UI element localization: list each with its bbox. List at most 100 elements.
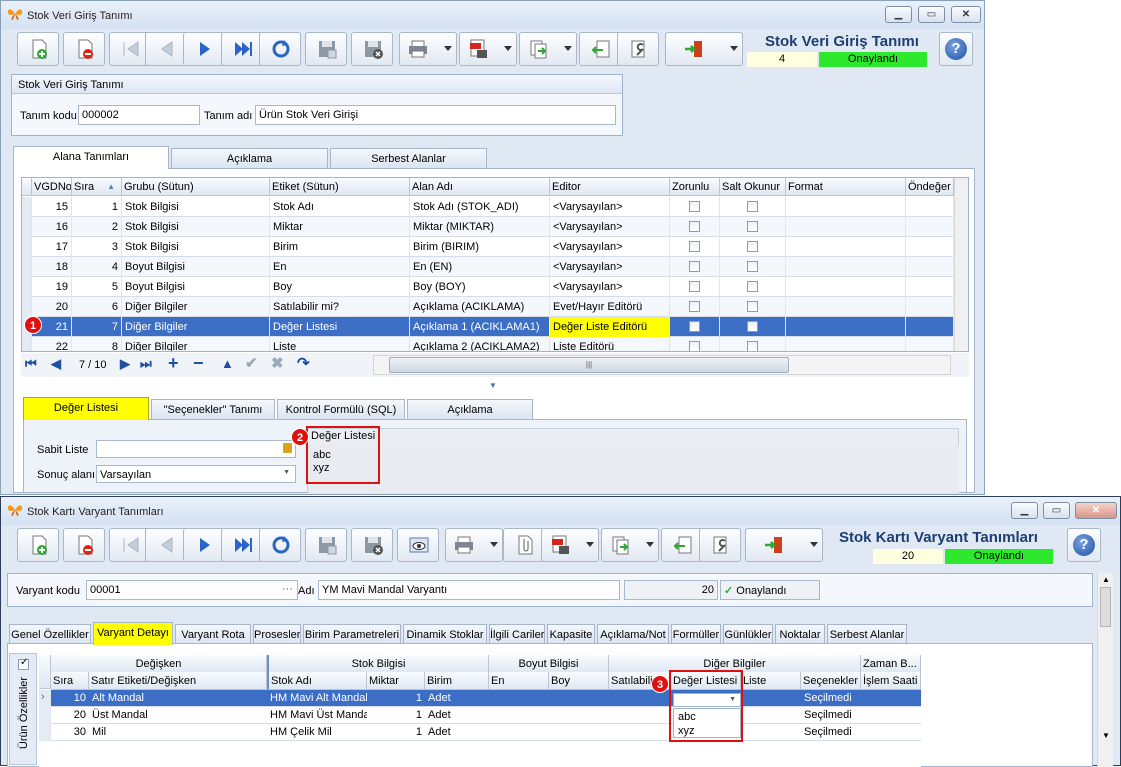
tab-i-lgili-cariler[interactable]: İlgili Cariler xyxy=(489,624,545,645)
row-indicator[interactable] xyxy=(22,297,32,317)
row-indicator[interactable] xyxy=(22,257,32,277)
nav-last-icon[interactable]: ⏭ xyxy=(140,356,152,372)
table-cell[interactable]: En xyxy=(270,257,410,277)
nav-first-icon[interactable]: ⏮ xyxy=(25,356,37,372)
col-ondeger[interactable]: Öndeğer xyxy=(906,178,954,196)
subtab-secenekler[interactable]: "Seçenekler" Tanımı xyxy=(151,399,275,420)
tab-birim-parametreleri[interactable]: Birim Parametreleri xyxy=(303,624,401,645)
col-salt-okunur[interactable]: Salt Okunur xyxy=(720,178,786,196)
table-cell[interactable]: Seçilmedi xyxy=(801,707,861,724)
table-cell[interactable]: 22 xyxy=(32,337,72,351)
table-cell[interactable]: <Varysayılan> xyxy=(550,237,670,257)
tab-aciklama[interactable]: Açıklama xyxy=(171,148,328,169)
import-button[interactable] xyxy=(661,528,703,562)
table-cell[interactable]: <Varysayılan> xyxy=(550,257,670,277)
table-cell[interactable]: Seçilmedi xyxy=(801,690,861,707)
table-cell[interactable]: <Varysayılan> xyxy=(550,197,670,217)
table-cell[interactable]: 10 xyxy=(51,690,89,707)
tab-dinamik-stoklar[interactable]: Dinamik Stoklar xyxy=(403,624,487,645)
zorunlu-checkbox[interactable] xyxy=(689,301,700,312)
table-cell[interactable]: Miktar xyxy=(270,217,410,237)
table-cell[interactable] xyxy=(906,237,954,257)
table-row[interactable]: 19 5 Boyut Bilgisi Boy Boy (BOY) <Varysayılan… xyxy=(22,277,954,297)
table-cell[interactable] xyxy=(741,690,801,707)
table-cell[interactable] xyxy=(906,257,954,277)
row-indicator[interactable] xyxy=(22,217,32,237)
nav-delete-icon[interactable]: − xyxy=(193,353,204,374)
table-cell[interactable]: Adet xyxy=(425,707,489,724)
nav-next-icon[interactable]: ▶ xyxy=(120,356,130,372)
close-button[interactable]: ✕ xyxy=(1075,502,1117,519)
table-cell[interactable]: Üst Mandal xyxy=(89,707,267,724)
zorunlu-checkbox[interactable] xyxy=(689,261,700,272)
table-cell[interactable]: Stok Adı (STOK_ADI) xyxy=(410,197,550,217)
table-row[interactable]: 22 8 Diğer Bilgiler Liste Açıklama 2 (ACIKLA… xyxy=(22,337,954,351)
zorunlu-checkbox[interactable] xyxy=(689,221,700,232)
table-row[interactable]: 21 7 Diğer Bilgiler Değer Listesi Açıklama 1… xyxy=(22,317,954,337)
col-grubu[interactable]: Grubu (Sütun) xyxy=(122,178,270,196)
table-cell[interactable] xyxy=(786,257,906,277)
col-header[interactable]: Stok Adı xyxy=(267,672,367,690)
tab-genel-özellikler[interactable]: Genel Özellikler xyxy=(9,624,91,645)
table-cell[interactable] xyxy=(861,707,921,724)
cancel-save-button[interactable] xyxy=(351,32,393,66)
table-cell[interactable] xyxy=(786,297,906,317)
table-cell[interactable]: 16 xyxy=(32,217,72,237)
subtab-deger-listesi[interactable]: Değer Listesi xyxy=(23,397,149,420)
delete-button[interactable] xyxy=(63,528,105,562)
refresh-button[interactable] xyxy=(259,528,301,562)
tab-kapasite[interactable]: Kapasite xyxy=(547,624,595,645)
table-cell[interactable]: Liste Editörü xyxy=(550,337,670,351)
save-button[interactable] xyxy=(305,32,347,66)
table-cell[interactable] xyxy=(906,197,954,217)
nav-cancel-icon[interactable]: ✖ xyxy=(271,354,284,372)
tab-formüller[interactable]: Formüller xyxy=(671,624,721,645)
salt-okunur-checkbox[interactable] xyxy=(747,241,758,252)
nav-refresh-icon[interactable]: ↷ xyxy=(297,354,310,372)
salt-okunur-checkbox[interactable] xyxy=(747,261,758,272)
scroll-up-icon[interactable]: ▲ xyxy=(1102,575,1110,584)
table-cell[interactable]: <Varysayılan> xyxy=(550,277,670,297)
col-header[interactable]: Satır Etiketi/Değişken xyxy=(89,672,267,690)
tools-button[interactable] xyxy=(699,528,741,562)
salt-okunur-checkbox[interactable] xyxy=(747,301,758,312)
col-header[interactable]: Miktar xyxy=(367,672,425,690)
table-cell[interactable]: Adet xyxy=(425,724,489,741)
tab-prosesler[interactable]: Prosesler xyxy=(253,624,301,645)
table-cell[interactable]: Boyut Bilgisi xyxy=(122,257,270,277)
grid-hscroll[interactable]: ||| xyxy=(373,355,951,375)
table-cell[interactable]: 4 xyxy=(72,257,122,277)
table-cell[interactable]: Diğer Bilgiler xyxy=(122,297,270,317)
col-etiket[interactable]: Etiket (Sütun) xyxy=(270,178,410,196)
table-row[interactable]: › 10 Alt Mandal HM Mavi Alt Mandal 1 Adet Seçi… xyxy=(39,690,921,707)
row-indicator[interactable]: › xyxy=(39,690,51,707)
maximize-button[interactable]: ▭ xyxy=(1043,502,1070,519)
col-header[interactable]: İşlem Saati xyxy=(861,672,921,690)
table-row[interactable]: 20 Üst Mandal HM Mavi Üst Mandal 1 Adet Seçil… xyxy=(39,707,921,724)
minimize-button[interactable]: ▁ xyxy=(1011,502,1038,519)
scroll-down-icon[interactable]: ▼ xyxy=(1102,731,1110,740)
table-cell[interactable] xyxy=(609,707,671,724)
table-cell[interactable]: Stok Bilgisi xyxy=(122,237,270,257)
salt-okunur-checkbox[interactable] xyxy=(747,321,758,332)
table-cell[interactable] xyxy=(489,724,549,741)
table-cell[interactable]: Açıklama 1 (ACIKLAMA1) xyxy=(410,317,550,337)
zorunlu-checkbox[interactable] xyxy=(689,321,700,332)
table-cell[interactable]: Diğer Bilgiler xyxy=(122,337,270,351)
save-button[interactable] xyxy=(305,528,347,562)
table-row[interactable]: 20 6 Diğer Bilgiler Satılabilir mi? Açıklama… xyxy=(22,297,954,317)
table-cell[interactable]: Alt Mandal xyxy=(89,690,267,707)
table-cell[interactable] xyxy=(489,707,549,724)
table-cell[interactable] xyxy=(489,690,549,707)
table-cell[interactable] xyxy=(861,690,921,707)
table-cell[interactable]: 1 xyxy=(367,690,425,707)
tab-serbest-alanlar[interactable]: Serbest Alanlar xyxy=(827,624,907,645)
nav-prev-icon[interactable]: ◀ xyxy=(51,356,61,372)
tab-günlükler[interactable]: Günlükler xyxy=(723,624,773,645)
col-header[interactable]: Boy xyxy=(549,672,609,690)
table-cell[interactable] xyxy=(741,724,801,741)
table-cell[interactable]: 1 xyxy=(367,707,425,724)
next-record-button[interactable] xyxy=(183,528,225,562)
table-cell[interactable]: Miktar (MIKTAR) xyxy=(410,217,550,237)
export-button[interactable] xyxy=(601,528,659,562)
